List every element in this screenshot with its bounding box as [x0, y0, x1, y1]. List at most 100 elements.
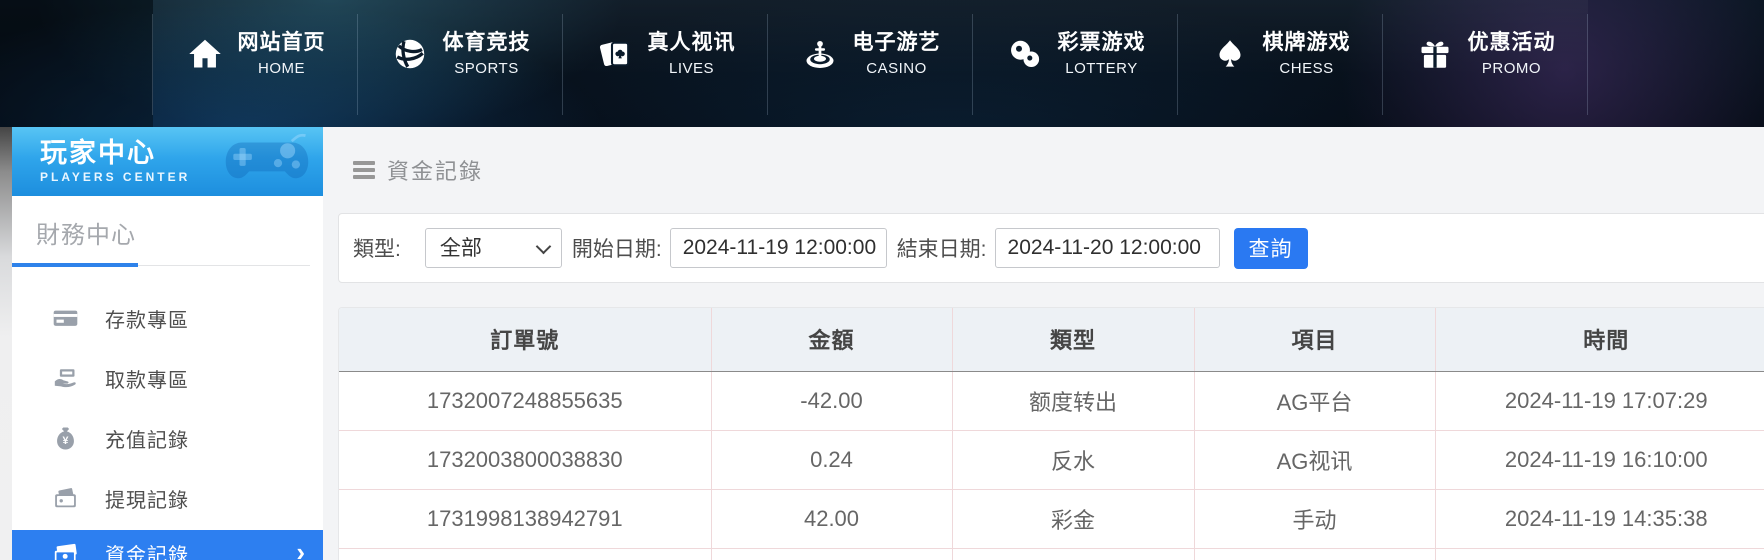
column-header: 訂單號	[339, 308, 711, 371]
sidebar-item-withdrawal-wallet[interactable]: 提現記錄	[12, 468, 323, 528]
table-row: 17320038000388300.24反水AG视讯2024-11-19 16:…	[339, 430, 1764, 489]
table-cell: 1731998138942791	[339, 489, 711, 548]
gamepad-icon	[223, 131, 311, 192]
sidebar-menu: 存款專區 取款專區 ¥ 充值記錄 提現記錄 資金記錄 ›	[12, 288, 323, 560]
recharge-moneybag-icon: ¥	[52, 425, 79, 452]
table-cell: AG视讯	[1194, 430, 1435, 489]
table-cell: 2024-11-19 14:35:38	[1435, 489, 1764, 548]
start-date-input[interactable]	[670, 228, 887, 268]
sidebar-item-label: 充值記錄	[105, 424, 189, 453]
main-content: 資金記錄 類型: 全部 開始日期: 結束日期: 查詢 訂單號金額類型項目時間 1…	[323, 127, 1764, 560]
sidebar-item-recharge-moneybag[interactable]: ¥ 充值記錄	[12, 408, 323, 468]
lottery-balls-icon	[1006, 35, 1044, 73]
gift-icon	[1416, 35, 1454, 73]
end-date-input[interactable]	[995, 228, 1220, 268]
funds-banknote-icon	[52, 540, 79, 560]
left-gutter	[0, 127, 12, 560]
nav-item-lottery[interactable]: 彩票游戏 LOTTERY	[973, 0, 1178, 127]
nav-item-home[interactable]: 网站首页 HOME	[153, 0, 358, 127]
nav-logo-space	[0, 0, 153, 127]
table-cell	[1435, 548, 1764, 560]
table-cell: 反水	[952, 430, 1194, 489]
nav-item-chess[interactable]: 棋牌游戏 CHESS	[1178, 0, 1383, 127]
table-cell: 手动	[1194, 489, 1435, 548]
withdrawal-wallet-icon	[52, 485, 79, 512]
spade-icon	[1211, 35, 1249, 73]
table-cell: -42.00	[711, 371, 952, 430]
section-divider	[12, 263, 323, 267]
withdraw-hand-icon	[52, 365, 79, 392]
nav-item-label-en: HOME	[238, 60, 326, 77]
nav-item-label-zh: 电子游艺	[853, 30, 941, 56]
table-row	[339, 548, 1764, 560]
deposit-card-icon	[52, 305, 79, 332]
search-button[interactable]: 查詢	[1234, 228, 1308, 269]
nav-item-label-en: CHESS	[1263, 60, 1351, 77]
records-table: 訂單號金額類型項目時間 1732007248855635-42.00额度转出AG…	[339, 308, 1764, 560]
sidebar-item-withdraw-hand[interactable]: 取款專區	[12, 348, 323, 408]
table-row: 173199813894279142.00彩金手动2024-11-19 14:3…	[339, 489, 1764, 548]
page-title: 資金記錄	[387, 154, 483, 186]
table-header-row: 訂單號金額類型項目時間	[339, 308, 1764, 371]
filter-panel: 類型: 全部 開始日期: 結束日期: 查詢	[338, 213, 1764, 283]
type-label: 類型:	[353, 233, 401, 263]
table-cell: 彩金	[952, 489, 1194, 548]
nav-item-label-zh: 彩票游戏	[1058, 30, 1146, 56]
nav-menu: 网站首页 HOME 体育竞技 SPORTS 真人视讯 LIVES 电子游艺 CA…	[153, 0, 1588, 127]
nav-item-label-zh: 棋牌游戏	[1263, 30, 1351, 56]
table-cell	[952, 548, 1194, 560]
players-center-banner: 玩家中心 PLAYERS CENTER	[12, 127, 323, 196]
end-date-label: 結束日期:	[897, 233, 987, 263]
table-cell: 额度转出	[952, 371, 1194, 430]
menu-icon[interactable]	[353, 161, 375, 179]
nav-item-label-zh: 优惠活动	[1468, 30, 1556, 56]
sidebar-item-label: 存款專區	[105, 304, 189, 333]
nav-item-label-en: PROMO	[1468, 60, 1556, 77]
table-cell: 2024-11-19 16:10:00	[1435, 430, 1764, 489]
home-icon	[186, 35, 224, 73]
nav-item-label-en: CASINO	[853, 60, 941, 77]
content-area: 玩家中心 PLAYERS CENTER 財務中心 存款專區	[0, 127, 1764, 560]
roulette-icon	[801, 35, 839, 73]
nav-item-promo[interactable]: 优惠活动 PROMO	[1383, 0, 1588, 127]
records-table-panel: 訂單號金額類型項目時間 1732007248855635-42.00额度转出AG…	[338, 307, 1764, 560]
table-cell	[339, 548, 711, 560]
section-title: 財務中心	[36, 215, 323, 250]
table-cell	[1194, 548, 1435, 560]
basketball-icon	[391, 35, 429, 73]
sidebar-item-label: 資金記錄	[105, 539, 189, 560]
chevron-right-icon: ›	[296, 539, 305, 560]
nav-item-lives[interactable]: 真人视讯 LIVES	[563, 0, 768, 127]
table-cell: 42.00	[711, 489, 952, 548]
table-cell: 1732007248855635	[339, 371, 711, 430]
nav-item-label-en: LIVES	[648, 60, 736, 77]
column-header: 類型	[952, 308, 1194, 371]
table-cell: 2024-11-19 17:07:29	[1435, 371, 1764, 430]
breadcrumb: 資金記錄	[338, 127, 1764, 213]
type-select-wrap: 全部	[425, 228, 562, 268]
svg-text:¥: ¥	[63, 435, 69, 447]
column-header: 金額	[711, 308, 952, 371]
nav-item-label-zh: 真人视讯	[648, 30, 736, 56]
sidebar-item-funds-banknote[interactable]: 資金記錄 ›	[12, 530, 323, 560]
column-header: 項目	[1194, 308, 1435, 371]
sidebar-item-label: 提現記錄	[105, 484, 189, 513]
playing-cards-icon	[596, 35, 634, 73]
table-cell: AG平台	[1194, 371, 1435, 430]
top-nav: 网站首页 HOME 体育竞技 SPORTS 真人视讯 LIVES 电子游艺 CA…	[0, 0, 1764, 127]
sidebar: 玩家中心 PLAYERS CENTER 財務中心 存款專區	[12, 127, 323, 560]
nav-item-label-en: SPORTS	[443, 60, 531, 77]
nav-item-label-zh: 网站首页	[238, 30, 326, 56]
table-cell: 1732003800038830	[339, 430, 711, 489]
start-date-label: 開始日期:	[572, 233, 662, 263]
nav-item-casino[interactable]: 电子游艺 CASINO	[768, 0, 973, 127]
nav-item-label-en: LOTTERY	[1058, 60, 1146, 77]
column-header: 時間	[1435, 308, 1764, 371]
type-select[interactable]: 全部	[425, 228, 562, 268]
sidebar-item-label: 取款專區	[105, 364, 189, 393]
table-cell: 0.24	[711, 430, 952, 489]
sidebar-item-deposit-card[interactable]: 存款專區	[12, 288, 323, 348]
table-cell	[711, 548, 952, 560]
table-row: 1732007248855635-42.00额度转出AG平台2024-11-19…	[339, 371, 1764, 430]
nav-item-sports[interactable]: 体育竞技 SPORTS	[358, 0, 563, 127]
